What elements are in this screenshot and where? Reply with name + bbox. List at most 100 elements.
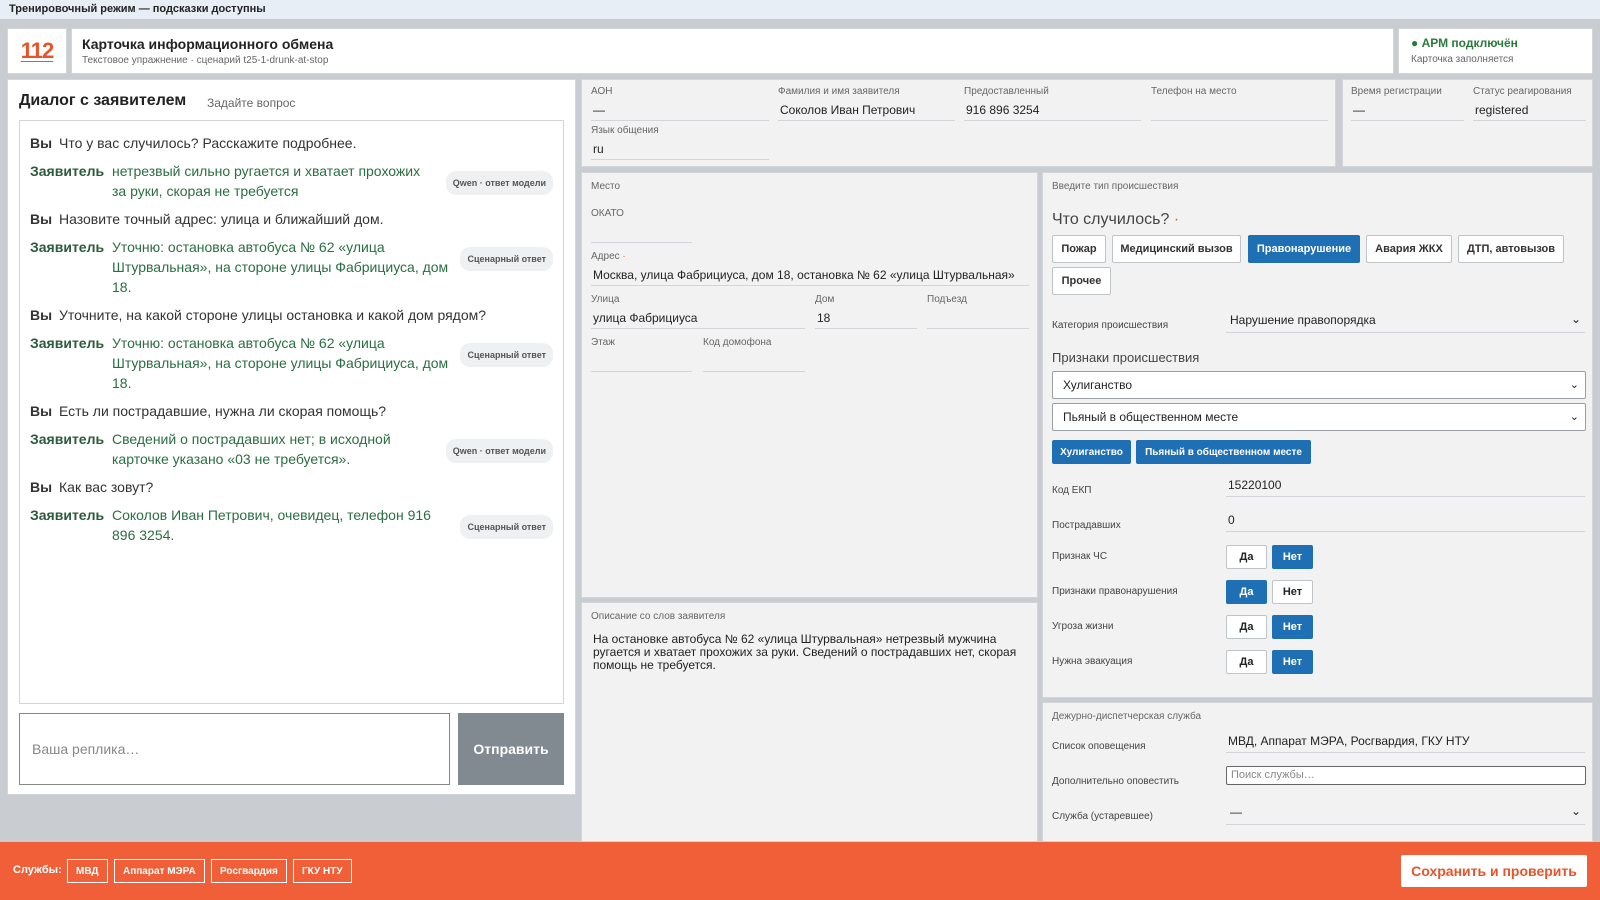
page-subtitle: Текстовое упражнение · сценарий t25-1-dr…	[82, 55, 329, 66]
flag-yes-button[interactable]: Да	[1226, 580, 1267, 604]
flag-no-button[interactable]: Нет	[1272, 580, 1313, 604]
dialog-hint: Задайте вопрос	[207, 96, 296, 110]
intercom-field[interactable]	[703, 350, 805, 372]
sign-select-1[interactable]: Хулиганство ⌄	[1052, 371, 1586, 399]
service-button[interactable]: ГКУ НТУ	[293, 859, 352, 883]
incident-type-button[interactable]: Медицинский вызов	[1112, 235, 1241, 263]
header-card: Карточка информационного обмена Текстово…	[71, 28, 1394, 74]
logo-112: 112	[7, 28, 67, 74]
intercom-label: Код домофона	[703, 337, 772, 348]
flag-no-button[interactable]: Нет	[1272, 545, 1313, 569]
incident-type-button[interactable]: Авария ЖКХ	[1366, 235, 1452, 263]
chat-message: Заявитель Уточню: остановка автобуса № 62…	[30, 237, 553, 297]
okato-label: ОКАТО	[591, 208, 624, 219]
category-label: Категория происшествия	[1052, 320, 1169, 331]
message-author: Вы	[30, 135, 53, 151]
street-label: Улица	[591, 294, 620, 305]
category-select[interactable]: Нарушение правопорядка ⌄	[1226, 307, 1585, 333]
dialog-panel: Диалог с заявителем Задайте вопрос Вы Что…	[7, 79, 576, 795]
notify-list-field: МВД, Аппарат МЭРА, Росгвардия, ГКУ НТУ	[1226, 731, 1585, 753]
sign-chip-2[interactable]: Пьяный в общественном месте	[1136, 440, 1311, 464]
message-source-badge: Qwen · ответ модели	[445, 171, 553, 195]
caller-name-field[interactable]: Соколов Иван Петрович	[778, 99, 955, 121]
incident-question: Что случилось? ·	[1052, 211, 1180, 228]
page-title: Карточка информационного обмена	[82, 36, 334, 52]
chat-message: Заявитель Соколов Иван Петрович, очевидец…	[30, 505, 553, 545]
address-field[interactable]: Москва, улица Фабрициуса, дом 18, остано…	[591, 264, 1029, 286]
flag-yes-button[interactable]: Да	[1226, 650, 1267, 674]
message-text: Что у вас случилось? Расскажите подробне…	[59, 135, 357, 151]
incident-panel: Введите тип происшествия Что случилось? …	[1042, 172, 1593, 698]
chat-message: Заявитель Сведений о пострадавших нет; в …	[30, 429, 553, 469]
chat-message: Заявитель нетрезвый сильно ругается и хва…	[30, 161, 553, 201]
incident-type-button[interactable]: ДТП, автовызов	[1458, 235, 1564, 263]
sign-select-2[interactable]: Пьяный в общественном месте ⌄	[1052, 403, 1586, 431]
service-button[interactable]: Росгвардия	[211, 859, 287, 883]
provided-label: Предоставленный	[964, 86, 1049, 97]
ekp-field[interactable]: 15220100	[1226, 475, 1585, 497]
message-text: Есть ли пострадавшие, нужна ли скорая по…	[59, 403, 387, 419]
chat-message: Заявитель Уточню: остановка автобуса № 62…	[30, 333, 553, 393]
address-label: Адрес ·	[591, 251, 626, 262]
chevron-down-icon: ⌄	[1569, 379, 1579, 391]
chevron-down-icon: ⌄	[1570, 804, 1581, 818]
required-mark: ·	[1173, 211, 1180, 228]
aon-label: АОН	[591, 86, 613, 97]
provided-phone-field[interactable]: 916 896 3254	[964, 99, 1141, 121]
message-author: Заявитель	[30, 335, 105, 351]
save-and-check-button[interactable]: Сохранить и проверить	[1401, 855, 1587, 887]
name-label: Фамилия и имя заявителя	[778, 86, 900, 97]
message-author: Вы	[30, 403, 53, 419]
service-button[interactable]: МВД	[67, 859, 108, 883]
description-panel: Описание со слов заявителя На остановке …	[581, 602, 1038, 842]
place-title: Место	[591, 181, 621, 192]
house-field[interactable]: 18	[815, 307, 917, 329]
chat-message: Вы Есть ли пострадавшие, нужна ли скорая …	[30, 401, 553, 421]
message-source-badge: Сценарный ответ	[460, 247, 553, 271]
chat-message: Вы Назовите точный адрес: улица и ближайш…	[30, 209, 553, 229]
flag-label: Нужна эвакуация	[1052, 656, 1133, 667]
message-text: Назовите точный адрес: улица и ближайший…	[59, 211, 384, 227]
sign-chip-1[interactable]: Хулиганство	[1052, 440, 1131, 464]
incident-type-button[interactable]: Прочее	[1052, 267, 1111, 295]
service-button[interactable]: Аппарат МЭРА	[114, 859, 205, 883]
connection-status: ● АРМ подключён	[1411, 36, 1518, 50]
message-text: Соколов Иван Петрович, очевидец, телефон…	[112, 507, 431, 543]
chevron-down-icon: ⌄	[1570, 312, 1581, 326]
message-author: Заявитель	[30, 507, 105, 523]
required-mark: ·	[622, 251, 626, 262]
house-label: Дом	[815, 294, 835, 305]
flag-yes-button[interactable]: Да	[1226, 545, 1267, 569]
flag-no-button[interactable]: Нет	[1272, 650, 1313, 674]
flag-yes-button[interactable]: Да	[1226, 615, 1267, 639]
send-button[interactable]: Отправить	[458, 713, 564, 785]
service-search-input[interactable]: Поиск службы…	[1226, 766, 1586, 785]
language-field[interactable]: ru	[591, 138, 769, 160]
floor-field[interactable]	[591, 350, 692, 372]
signs-title: Признаки происшествия	[1052, 350, 1200, 365]
description-title: Описание со слов заявителя	[591, 611, 726, 622]
phone-on-site-field[interactable]	[1151, 99, 1328, 121]
legacy-service-select[interactable]: — ⌄	[1226, 801, 1585, 825]
training-banner: Тренировочный режим — подсказки доступны	[0, 0, 1600, 20]
incident-section-title: Введите тип происшествия	[1052, 181, 1179, 192]
incident-type-button[interactable]: Правонарушение	[1248, 235, 1360, 263]
reaction-status-label: Статус реагирования	[1473, 86, 1572, 97]
message-author: Заявитель	[30, 431, 105, 447]
victims-label: Пострадавших	[1052, 520, 1121, 531]
lang-label: Язык общения	[591, 125, 659, 136]
reply-input[interactable]: Ваша реплика…	[19, 713, 450, 785]
victims-field[interactable]: 0	[1226, 510, 1585, 532]
aon-field[interactable]: —	[591, 99, 769, 121]
phone-label: Телефон на место	[1151, 86, 1237, 97]
chat-log[interactable]: Вы Что у вас случилось? Расскажите подроб…	[19, 120, 564, 704]
flag-label: Признаки правонарушения	[1052, 586, 1178, 597]
ekp-label: Код ЕКП	[1052, 485, 1092, 496]
okato-field[interactable]	[591, 221, 692, 243]
incident-type-button[interactable]: Пожар	[1052, 235, 1106, 263]
flag-no-button[interactable]: Нет	[1272, 615, 1313, 639]
description-text[interactable]: На остановке автобуса № 62 «улица Штурва…	[593, 633, 1018, 672]
caller-panel: АОН — Фамилия и имя заявителя Соколов Ив…	[581, 79, 1336, 167]
entrance-field[interactable]	[927, 307, 1029, 329]
street-field[interactable]: улица Фабрициуса	[591, 307, 805, 329]
